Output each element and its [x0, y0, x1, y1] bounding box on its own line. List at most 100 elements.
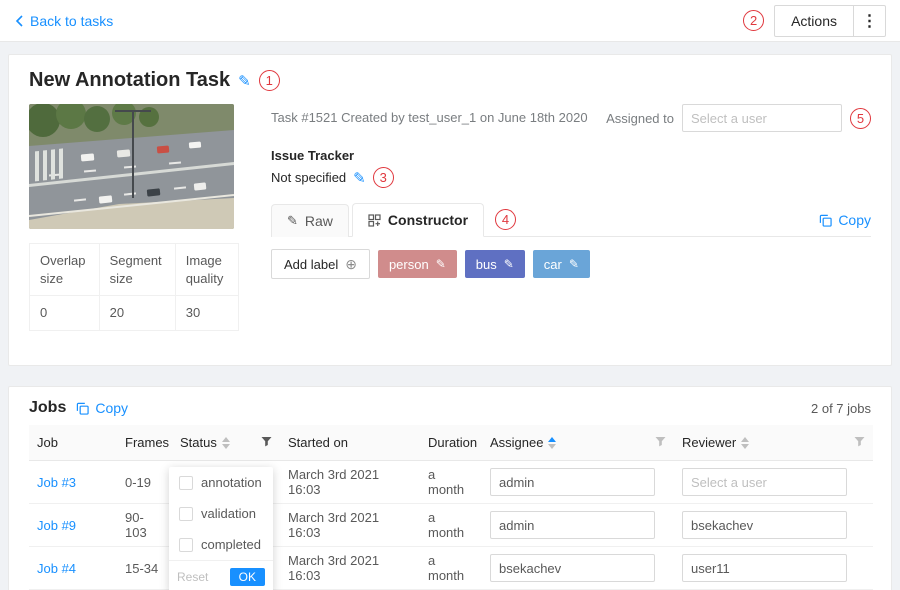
assignee-sort-icon[interactable] [548, 437, 556, 449]
reviewer-sort-icon[interactable] [741, 437, 749, 449]
filter-option-completed[interactable]: completed [169, 529, 273, 560]
copy-labels-label: Copy [838, 212, 871, 228]
col-status-label: Status [180, 435, 217, 450]
label-pill-bus[interactable]: bus ✎ [465, 250, 525, 278]
copy-jobs-link[interactable]: Copy [76, 400, 128, 416]
labels-row: Add label ⊕ person ✎ bus ✎ car ✎ [271, 237, 871, 347]
jobs-card: Jobs Copy 2 of 7 jobs Job Frames Status [8, 386, 892, 590]
task-meta-row: Task #1521 Created by test_user_1 on Jun… [271, 104, 871, 132]
actions-button[interactable]: Actions [775, 6, 853, 36]
assignee-filter-icon[interactable] [655, 435, 666, 450]
col-reviewer-label: Reviewer [682, 435, 736, 450]
assigned-to-input[interactable] [682, 104, 842, 132]
task-body: Overlap size Segment size Image quality … [29, 104, 871, 347]
reviewer-filter-icon[interactable] [854, 435, 865, 450]
filter-option-validation-label: validation [201, 506, 256, 521]
jobs-table: Job Frames Status Started on Duration As… [29, 425, 873, 590]
duration-cell: a month [420, 461, 482, 504]
assignee-input[interactable] [490, 511, 655, 539]
started-cell: March 3rd 2021 16:03 [280, 504, 420, 547]
reviewer-input[interactable] [682, 468, 847, 496]
task-left-column: Overlap size Segment size Image quality … [29, 104, 239, 347]
job-row: Job #4 15-34 March 3rd 2021 16:03 a mont… [29, 547, 873, 590]
duration-cell: a month [420, 504, 482, 547]
job-link[interactable]: Job #9 [37, 518, 76, 533]
started-cell: March 3rd 2021 16:03 [280, 461, 420, 504]
param-value-overlap: 0 [30, 296, 100, 331]
jobs-count: 2 of 7 jobs [811, 401, 871, 416]
assignee-input[interactable] [490, 468, 655, 496]
checkbox-validation[interactable] [179, 507, 193, 521]
reviewer-input[interactable] [682, 511, 847, 539]
job-row: Job #3 0-19 March 3rd 2021 16:03 a month [29, 461, 873, 504]
chevron-left-icon [14, 14, 24, 28]
jobs-header: Jobs Copy 2 of 7 jobs [29, 399, 871, 417]
task-title: New Annotation Task [29, 69, 230, 92]
actions-button-group: Actions ⋮ [774, 5, 886, 37]
assignee-input[interactable] [490, 554, 655, 582]
kebab-icon: ⋮ [862, 13, 878, 30]
job-link[interactable]: Job #3 [37, 475, 76, 490]
label-person-text: person [389, 257, 429, 272]
frames-cell: 90-103 [117, 504, 172, 547]
label-pill-person[interactable]: person ✎ [378, 250, 457, 278]
filter-reset-button[interactable]: Reset [177, 570, 208, 584]
plus-circle-icon: ⊕ [345, 256, 357, 273]
task-params-table: Overlap size Segment size Image quality … [29, 243, 239, 331]
copy-jobs-label: Copy [95, 400, 128, 416]
job-link[interactable]: Job #4 [37, 561, 76, 576]
task-title-row: New Annotation Task ✎ 1 [29, 69, 871, 92]
add-label-button[interactable]: Add label ⊕ [271, 249, 370, 279]
tab-raw-label: Raw [305, 213, 333, 229]
issue-tracker-block: Issue Tracker Not specified ✎ 3 [271, 148, 871, 188]
assigned-to-block: Assigned to 5 [606, 104, 871, 132]
filter-footer: Reset OK [169, 560, 273, 590]
reviewer-input[interactable] [682, 554, 847, 582]
label-bus-text: bus [476, 257, 497, 272]
task-card: New Annotation Task ✎ 1 [8, 54, 892, 366]
param-header-overlap: Overlap size [30, 244, 100, 296]
frames-cell: 0-19 [117, 461, 172, 504]
job-row: Job #9 90-103 March 3rd 2021 16:03 a mon… [29, 504, 873, 547]
tab-raw[interactable]: ✎ Raw [271, 204, 349, 237]
filter-ok-button[interactable]: OK [230, 568, 265, 586]
issue-tracker-value: Not specified [271, 170, 346, 185]
checkbox-annotation[interactable] [179, 476, 193, 490]
jobs-table-header-row: Job Frames Status Started on Duration As… [29, 425, 873, 461]
tab-constructor[interactable]: Constructor [352, 203, 484, 237]
copy-labels-link[interactable]: Copy [819, 212, 871, 236]
step-badge-3: 3 [373, 167, 394, 188]
edit-label-icon[interactable]: ✎ [504, 257, 514, 271]
frames-cell: 15-34 [117, 547, 172, 590]
back-to-tasks-label: Back to tasks [30, 13, 113, 29]
col-assignee[interactable]: Assignee [482, 425, 674, 461]
task-right-column: Task #1521 Created by test_user_1 on Jun… [271, 104, 871, 347]
col-duration: Duration [420, 425, 482, 461]
edit-title-icon[interactable]: ✎ [238, 72, 251, 90]
label-pill-car[interactable]: car ✎ [533, 250, 590, 278]
filter-option-annotation[interactable]: annotation [169, 467, 273, 498]
duration-cell: a month [420, 547, 482, 590]
back-to-tasks-link[interactable]: Back to tasks [14, 13, 113, 29]
edit-label-icon[interactable]: ✎ [569, 257, 579, 271]
filter-option-validation[interactable]: validation [169, 498, 273, 529]
status-sort-icon[interactable] [222, 437, 230, 449]
label-car-text: car [544, 257, 562, 272]
issue-tracker-label: Issue Tracker [271, 148, 871, 163]
edit-issue-tracker-icon[interactable]: ✎ [353, 169, 366, 187]
pencil-icon: ✎ [287, 213, 298, 229]
edit-label-icon[interactable]: ✎ [436, 257, 446, 271]
col-reviewer[interactable]: Reviewer [674, 425, 873, 461]
copy-icon [819, 214, 832, 227]
actions-menu-button[interactable]: ⋮ [853, 6, 885, 36]
status-filter-icon[interactable] [261, 435, 272, 450]
step-badge-1: 1 [259, 70, 280, 91]
started-cell: March 3rd 2021 16:03 [280, 547, 420, 590]
checkbox-completed[interactable] [179, 538, 193, 552]
col-status[interactable]: Status [172, 425, 280, 461]
step-badge-5: 5 [850, 108, 871, 129]
tab-constructor-label: Constructor [388, 212, 468, 228]
jobs-title: Jobs [29, 399, 66, 417]
labels-tabs-row: ✎ Raw Constructor 4 Copy [271, 202, 871, 237]
param-header-quality: Image quality [175, 244, 238, 296]
